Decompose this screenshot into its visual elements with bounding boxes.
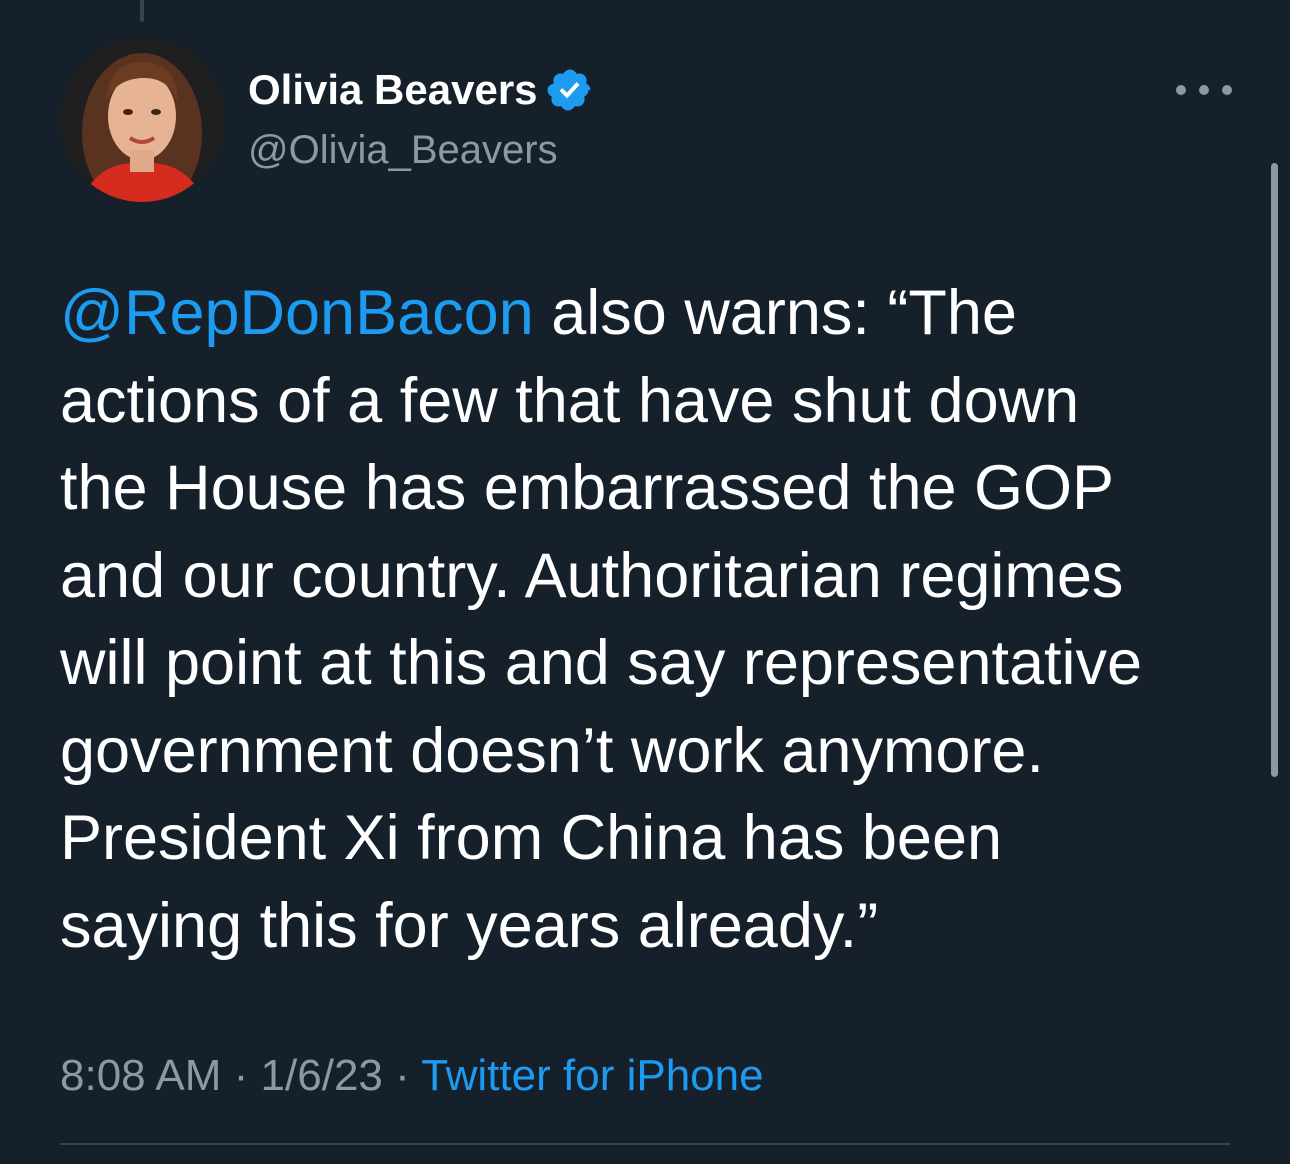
more-horizontal-icon-dot (1222, 85, 1232, 95)
author-handle[interactable]: @Olivia_Beavers (248, 124, 558, 176)
thread-connector-line (140, 0, 144, 22)
tweet-line-text: also warns: “The (533, 278, 1017, 348)
tweet-time[interactable]: 8:08 AM (60, 1051, 221, 1100)
author-name[interactable]: Olivia Beavers (248, 64, 594, 116)
tweet-line: actions of a few that have shut down (60, 365, 1080, 436)
tweet-line: @RepDonBacon also warns: “The (60, 270, 1235, 358)
meta-separator: · (221, 1051, 261, 1100)
tweet-line: and our country. Authoritarian regimes (60, 540, 1124, 611)
verified-badge-icon (547, 69, 591, 111)
avatar[interactable] (60, 38, 224, 202)
more-options-button[interactable] (1176, 72, 1232, 108)
tweet-date[interactable]: 1/6/23 (261, 1051, 383, 1100)
tweet-line: the House has embarrassed the GOP (60, 453, 1115, 523)
tweet-line: saying this for years already.” (60, 890, 879, 961)
tweet-metadata: 8:08 AM · 1/6/23 · Twitter for iPhone (60, 1048, 764, 1104)
avatar-photo (60, 38, 224, 202)
tweet-line: will point at this and say representativ… (60, 628, 1143, 698)
more-horizontal-icon-dot (1176, 85, 1186, 95)
more-horizontal-icon-dot (1199, 85, 1209, 95)
tweet-text: @RepDonBacon also warns: “The actions of… (60, 270, 1235, 970)
author-name-text: Olivia Beavers (248, 66, 538, 113)
tweet-line: President Xi from China has been (60, 803, 1003, 873)
tweet-line: government doesn’t work anymore. (60, 715, 1044, 786)
meta-separator: · (382, 1051, 422, 1100)
tweet-source-link[interactable]: Twitter for iPhone (421, 1051, 763, 1100)
mention-link[interactable]: @RepDonBacon (60, 278, 534, 348)
scrollbar[interactable] (1271, 163, 1278, 777)
divider (60, 1143, 1230, 1145)
